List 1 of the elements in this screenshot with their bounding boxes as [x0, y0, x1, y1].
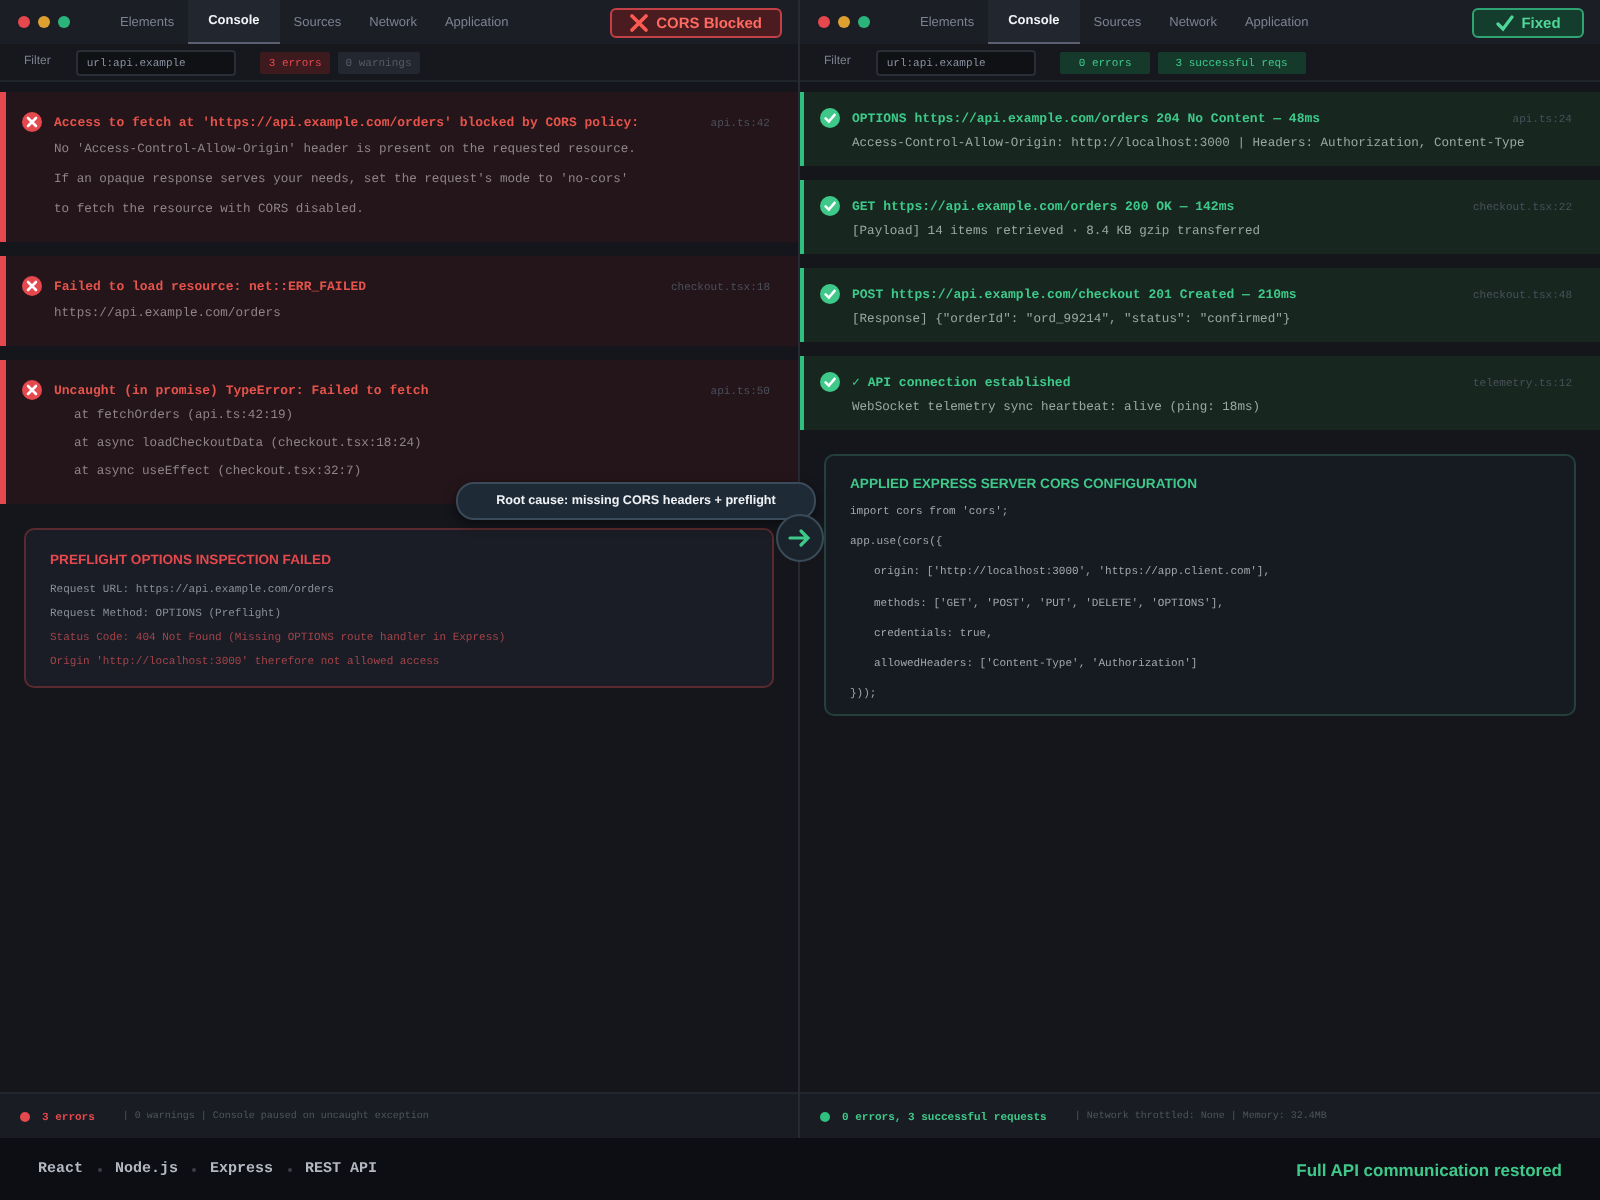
footer-message: Full API communication restored [1296, 1159, 1562, 1179]
